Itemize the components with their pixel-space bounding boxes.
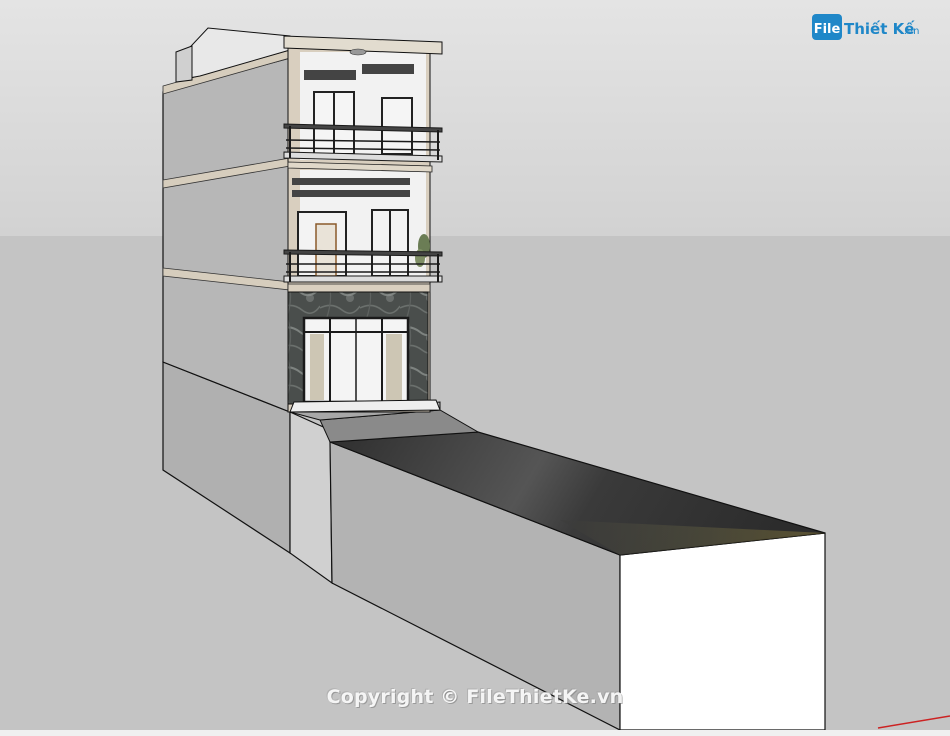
sketchup-viewport[interactable]: File Thiết Kế .vn Copyright © FileThietK… — [0, 0, 950, 736]
copyright-watermark: Copyright © FileThietKe.vn — [326, 686, 624, 708]
lot-front-wall — [289, 411, 333, 585]
logo-file-text: File — [814, 22, 841, 37]
sky — [0, 0, 950, 236]
building-side-wall — [162, 57, 291, 413]
filethietke-logo: File Thiết Kế .vn — [812, 12, 922, 44]
logo-domain-text: .vn — [904, 26, 919, 37]
lot-end-face — [619, 532, 826, 731]
house-model-render — [0, 0, 950, 736]
